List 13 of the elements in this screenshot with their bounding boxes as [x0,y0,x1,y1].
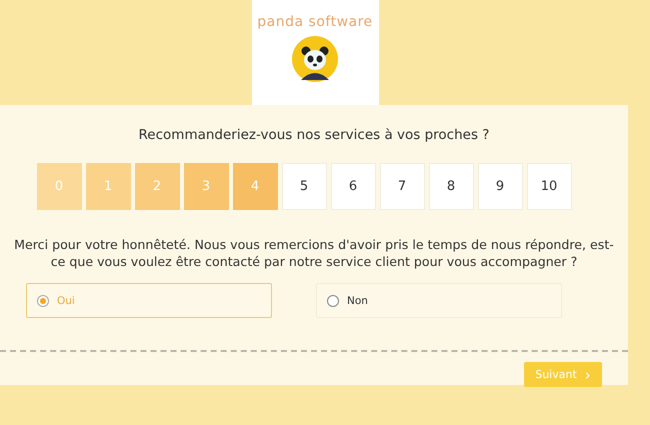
score-option[interactable]: 9 [478,163,522,210]
score-option[interactable]: 7 [380,163,424,210]
question-text: Recommanderiez-vous nos services à vos proches ? [138,127,490,143]
option-label: Oui [57,294,75,306]
option-label: Non [347,294,368,306]
answer-option[interactable]: Non [316,283,562,318]
score-option[interactable]: 10 [526,163,572,210]
thank-you-message: Merci pour votre honnêteté. Nous vous remercions d'avoir pris le temps de nous répondre, est-ce que vous voulez être contacté par notre service client pour vous accompagner ? [14,236,614,270]
score-option[interactable]: 6 [330,163,376,210]
score-option[interactable]: 8 [428,163,474,210]
score-option[interactable]: 5 [282,163,326,210]
panda-icon [292,36,338,82]
brand-name: panda software [257,14,373,30]
